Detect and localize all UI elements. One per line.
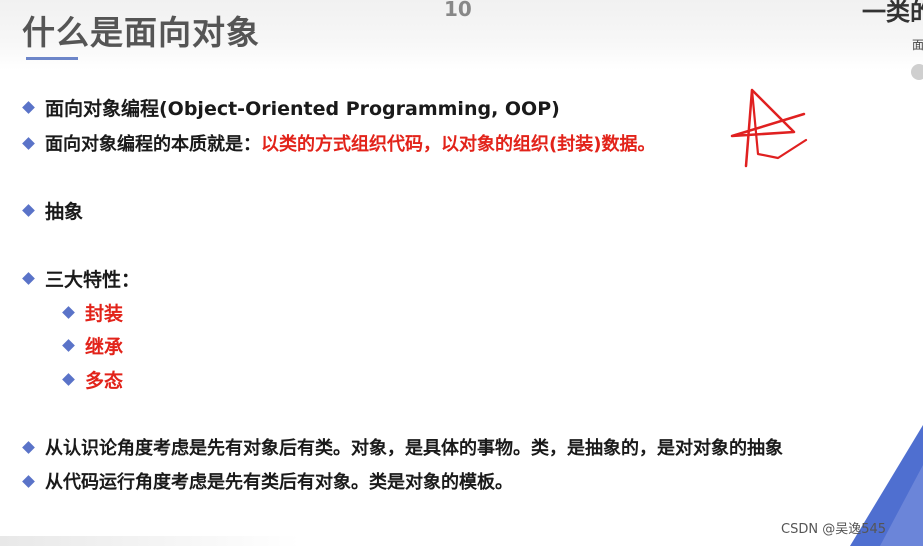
sub-bullet-inheritance: 继承 bbox=[62, 332, 124, 359]
red-star-annotation-icon bbox=[730, 88, 808, 168]
diamond-bullet-icon bbox=[22, 440, 35, 454]
bullet-oop-definition: 面向对象编程(Object-Oriented Programming, OOP) bbox=[22, 94, 560, 121]
bullet-text: 抽象 bbox=[45, 201, 84, 223]
sub-bullet-polymorphism: 多态 bbox=[62, 366, 124, 393]
csdn-watermark: CSDN @吴逸545 bbox=[781, 522, 887, 537]
bullet-code-execution: 从代码运行角度考虑是先有类后有对象。类是对象的模板。 bbox=[22, 468, 513, 494]
diamond-bullet-icon bbox=[22, 101, 35, 114]
sub-bullet-text: 继承 bbox=[85, 336, 124, 358]
bullet-epistemology: 从认识论角度考虑是先有对象后有类。对象，是具体的事物。类，是抽象的，是对对象的抽… bbox=[22, 434, 783, 460]
diamond-bullet-icon bbox=[22, 136, 35, 150]
diamond-bullet-icon bbox=[22, 204, 35, 217]
next-slide-heading: 一类的 bbox=[862, 0, 923, 26]
corner-dot bbox=[911, 64, 923, 80]
bullet-text: 从认识论角度考虑是先有对象后有类。对象，是具体的事物。类，是抽象的，是对对象的抽… bbox=[45, 438, 783, 459]
diamond-bullet-icon bbox=[62, 373, 75, 386]
sub-bullet-text: 封装 bbox=[85, 303, 124, 325]
sub-bullet-text: 多态 bbox=[85, 370, 124, 392]
bullet-highlight-text: 以类的方式组织代码，以对象的组织(封装)数据。 bbox=[261, 134, 656, 155]
bullet-text: 三大特性： bbox=[45, 269, 141, 291]
next-slide-subtext: 面 bbox=[912, 38, 923, 52]
diamond-bullet-icon bbox=[62, 339, 75, 352]
bullet-text: 面向对象编程(Object-Oriented Programming, OOP) bbox=[45, 98, 560, 120]
bullet-oop-essence: 面向对象编程的本质就是： 以类的方式组织代码，以对象的组织(封装)数据。 bbox=[22, 130, 656, 156]
page-number: 10 bbox=[444, 0, 472, 21]
title-underline bbox=[26, 57, 78, 60]
bottom-edge-fade bbox=[0, 536, 300, 546]
diamond-bullet-icon bbox=[22, 474, 35, 488]
sub-bullet-encapsulation: 封装 bbox=[62, 299, 124, 326]
bullet-lead-text: 面向对象编程的本质就是： bbox=[45, 134, 261, 155]
bullet-abstraction: 抽象 bbox=[22, 197, 84, 224]
slide-title: 什么是面向对象 bbox=[22, 13, 260, 52]
diamond-bullet-icon bbox=[62, 306, 75, 319]
bullet-text: 从代码运行角度考虑是先有类后有对象。类是对象的模板。 bbox=[45, 472, 513, 493]
diamond-bullet-icon bbox=[22, 272, 35, 285]
bullet-three-features: 三大特性： bbox=[22, 265, 141, 292]
